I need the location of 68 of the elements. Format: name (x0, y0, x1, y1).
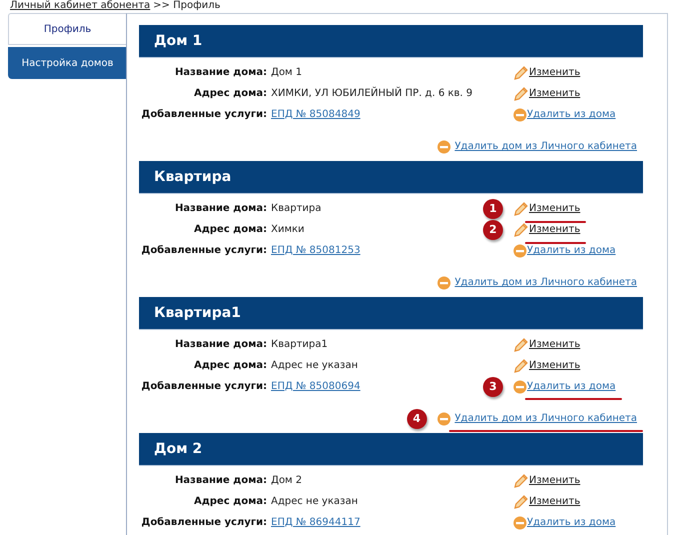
minus-circle-icon (513, 108, 527, 122)
field-label: Адрес дома: (192, 496, 267, 507)
annotation-marker: 4 (406, 408, 427, 428)
pencil-icon (513, 494, 529, 510)
field-value: Адрес не указан (271, 360, 358, 371)
annotation-marker: 3 (483, 376, 503, 396)
minus-circle-icon (513, 244, 527, 258)
field-value: Квартира1 (271, 339, 328, 350)
field-label: Добавленные услуги: (140, 109, 267, 120)
house-header: Дом 2 (139, 433, 643, 466)
sidebar-tab[interactable]: Настройка домов (8, 47, 126, 79)
field-label: Добавленные услуги: (140, 381, 267, 392)
edit-link[interactable]: Изменить (529, 339, 580, 350)
field-label: Название дома: (174, 67, 267, 78)
pencil-icon (513, 86, 529, 102)
remove-house-link[interactable]: Удалить дом из Личного кабинета (454, 141, 637, 152)
annotation-underline (525, 242, 586, 244)
pencil-icon (513, 358, 529, 374)
service-link[interactable]: ЕПД № 85084849 (271, 109, 360, 120)
house-header: Квартира (139, 161, 643, 194)
minus-circle-icon (436, 140, 451, 154)
field-value: Квартира (271, 203, 322, 214)
edit-link[interactable]: Изменить (529, 224, 580, 235)
field-label: Адрес дома: (192, 360, 267, 371)
pencil-icon (513, 222, 529, 238)
edit-link[interactable]: Изменить (529, 203, 580, 214)
remove-link[interactable]: Удалить из дома (527, 109, 616, 120)
remove-house-link[interactable]: Удалить дом из Личного кабинета (454, 413, 637, 424)
house-header: Квартира1 (139, 297, 643, 330)
remove-link[interactable]: Удалить из дома (527, 381, 616, 392)
minus-circle-icon (513, 380, 527, 394)
service-link[interactable]: ЕПД № 86944117 (271, 517, 360, 528)
field-label: Адрес дома: (192, 224, 267, 235)
remove-link[interactable]: Удалить из дома (527, 245, 616, 256)
annotation-marker: 1 (483, 198, 503, 218)
remove-house-link[interactable]: Удалить дом из Личного кабинета (454, 277, 637, 288)
pencil-icon (513, 336, 529, 352)
field-value: Дом 2 (271, 475, 302, 486)
field-value: Дом 1 (271, 67, 302, 78)
pencil-icon (513, 64, 529, 80)
breadcrumb-link[interactable]: Личный кабинет абонента (10, 0, 150, 11)
service-link[interactable]: ЕПД № 85080694 (271, 381, 360, 392)
field-label: Название дома: (174, 203, 267, 214)
breadcrumb-current: >> Профиль (153, 0, 220, 11)
field-label: Название дома: (174, 339, 267, 350)
minus-circle-icon (436, 276, 451, 290)
pencil-icon (513, 200, 529, 216)
minus-circle-icon (513, 516, 527, 530)
house-header: Дом 1 (139, 25, 643, 58)
field-value: Химки (271, 224, 304, 235)
field-label: Название дома: (174, 475, 267, 486)
edit-link[interactable]: Изменить (529, 496, 580, 507)
field-label: Адрес дома: (192, 88, 267, 99)
field-value: Адрес не указан (271, 496, 358, 507)
sidebar-tab[interactable]: Профиль (8, 13, 126, 45)
service-link[interactable]: ЕПД № 85081253 (271, 245, 360, 256)
minus-circle-icon (436, 412, 451, 426)
pencil-icon (513, 472, 529, 488)
annotation-marker: 2 (483, 220, 503, 240)
field-label: Добавленные услуги: (140, 245, 267, 256)
annotation-underline (525, 220, 586, 222)
edit-link[interactable]: Изменить (529, 475, 580, 486)
edit-link[interactable]: Изменить (529, 67, 580, 78)
field-value: ХИМКИ, УЛ ЮБИЛЕЙНЫЙ ПР. д. 6 кв. 9 (271, 88, 473, 99)
edit-link[interactable]: Изменить (529, 360, 580, 371)
edit-link[interactable]: Изменить (529, 88, 580, 99)
remove-link[interactable]: Удалить из дома (527, 517, 616, 528)
field-label: Добавленные услуги: (140, 517, 267, 528)
